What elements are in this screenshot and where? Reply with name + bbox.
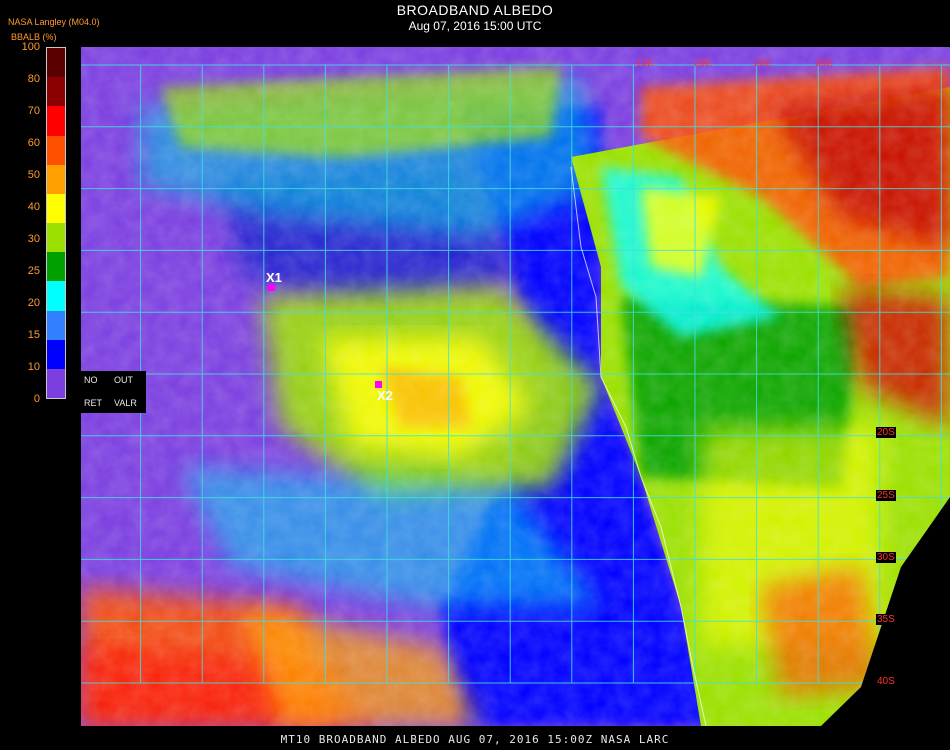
legend-no: NO bbox=[84, 375, 98, 385]
colorbar-segment bbox=[47, 368, 65, 399]
colorbar-tick-label: 15 bbox=[27, 329, 40, 341]
legend-ret: RET bbox=[84, 398, 102, 408]
colorbar-segment bbox=[47, 77, 65, 107]
map-canvas bbox=[81, 47, 950, 726]
colorbar-tick-label: 25 bbox=[27, 265, 40, 277]
colorbar-tick-label: 10 bbox=[27, 361, 40, 373]
marker-x2[interactable]: X2 bbox=[377, 388, 393, 403]
colorbar-tick-label: 40 bbox=[27, 201, 40, 213]
footer-caption: MT10 BROADBAND ALBEDO AUG 07, 2016 15:00… bbox=[280, 733, 670, 746]
marker-x1-dot bbox=[268, 284, 275, 291]
lon-label-30e: 30E bbox=[815, 58, 833, 69]
colorbar-segment bbox=[47, 106, 65, 136]
map-datetime: Aug 07, 2016 15:00 UTC bbox=[408, 19, 542, 33]
colorbar-segment bbox=[47, 281, 65, 311]
lon-label-25e: 25E bbox=[754, 58, 772, 69]
colorbar-segment bbox=[47, 164, 65, 194]
marker-x1[interactable]: X1 bbox=[266, 270, 282, 285]
colorbar-segment bbox=[47, 223, 65, 253]
colorbar-tick-label: 0 bbox=[33, 393, 40, 405]
colorbar-tick-label: 50 bbox=[27, 169, 40, 181]
colorbar-segment bbox=[47, 339, 65, 369]
colorbar-tick-label: 30 bbox=[27, 233, 40, 245]
colorbar-segment bbox=[47, 48, 65, 78]
colorbar-segment bbox=[47, 252, 65, 282]
lat-label-35s: 35S bbox=[876, 614, 896, 625]
colorbar-tick-label: 20 bbox=[27, 297, 40, 309]
colorbar-tick-label: 100 bbox=[21, 41, 40, 53]
lat-label-30s: 30S bbox=[876, 552, 896, 563]
albedo-map[interactable] bbox=[81, 47, 950, 726]
header: BROADBAND ALBEDO Aug 07, 2016 15:00 UTC … bbox=[0, 0, 950, 42]
legend-valr: VALR bbox=[114, 398, 137, 408]
marker-x2-dot bbox=[375, 381, 382, 388]
lon-label-15e: 15E bbox=[636, 58, 654, 69]
colorbar-tick-label: 60 bbox=[27, 137, 40, 149]
lat-label-40s: 40S bbox=[876, 676, 896, 687]
map-title: BROADBAND ALBEDO bbox=[396, 2, 554, 18]
source-label: NASA Langley (M04.0) bbox=[8, 17, 100, 27]
colorbar bbox=[46, 47, 66, 399]
colorbar-tick-label: 70 bbox=[27, 105, 40, 117]
legend-out: OUT bbox=[114, 375, 133, 385]
colorbar-segment bbox=[47, 310, 65, 340]
colorbar-segment bbox=[47, 193, 65, 224]
lat-label-20s: 20S bbox=[876, 427, 896, 438]
colorbar-tick-label: 80 bbox=[27, 73, 40, 85]
colorbar-segment bbox=[47, 135, 65, 165]
lat-label-25s: 25S bbox=[876, 490, 896, 501]
lon-label-20e: 20E bbox=[694, 58, 712, 69]
no-ret-out-valr-legend: NO RET OUT VALR bbox=[80, 371, 146, 413]
